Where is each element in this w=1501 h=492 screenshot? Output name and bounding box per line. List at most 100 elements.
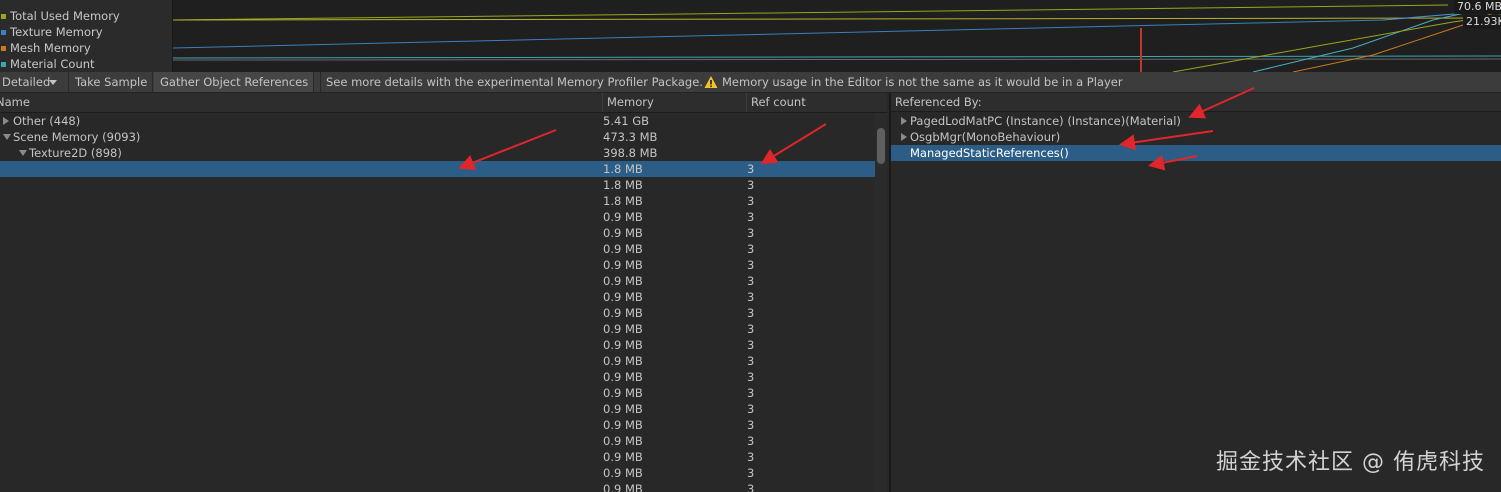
tree-row[interactable]: 0.9 MB 3 <box>0 449 875 465</box>
tree-rows: Other (448) 5.41 GB Scene Memory (9093) 473… <box>0 113 875 492</box>
tree-row[interactable]: 0.9 MB 3 <box>0 369 875 385</box>
memory-tree-panel: Name Memory Ref count Other (448) 5.41 GB… <box>0 93 887 492</box>
legend-swatch <box>1 30 6 35</box>
tree-row-memory: 473.3 MB <box>603 130 658 144</box>
tree-scrollbar[interactable] <box>875 113 887 492</box>
tree-row-refcount: 3 <box>747 162 755 176</box>
tree-row-memory: 0.9 MB <box>603 306 643 320</box>
view-mode-dropdown[interactable]: Detailed <box>0 72 69 92</box>
tree-row[interactable]: 0.9 MB 3 <box>0 273 875 289</box>
tree-row-refcount: 3 <box>747 306 755 320</box>
expanded-triangle-icon[interactable] <box>3 134 11 140</box>
tree-row-memory: 0.9 MB <box>603 354 643 368</box>
tree-row-memory: 0.9 MB <box>603 418 643 432</box>
legend-label: Mesh Memory <box>10 41 91 55</box>
tree-row-memory: 0.9 MB <box>603 402 643 416</box>
chart-line-total-used <box>173 4 1449 21</box>
watermark: 掘金技术社区 @ 侑虎科技 <box>1216 450 1485 475</box>
expanded-triangle-icon[interactable] <box>19 150 27 156</box>
tree-row-refcount: 3 <box>747 466 755 480</box>
collapsed-triangle-icon[interactable] <box>901 133 907 141</box>
tree-row-refcount: 3 <box>747 274 755 288</box>
memory-chart[interactable]: Total Used Memory Texture Memory Mesh Memo… <box>0 0 1501 72</box>
reference-label: OsgbMgr(MonoBehaviour) <box>910 130 1061 144</box>
tree-row[interactable]: 1.8 MB 3 <box>0 193 875 209</box>
tree-row-memory: 398.8 MB <box>603 146 658 160</box>
tree-row-refcount: 3 <box>747 194 755 208</box>
tree-row[interactable]: 0.9 MB 3 <box>0 433 875 449</box>
column-memory-header[interactable]: Memory <box>602 93 747 112</box>
chart-readout-memory: 70.6 MB <box>1454 0 1501 14</box>
tree-row[interactable]: 0.9 MB 3 <box>0 337 875 353</box>
referenced-by-list: PagedLodMatPC (Instance) (Instance)(Mate… <box>891 113 1501 492</box>
tree-row[interactable]: 1.8 MB 3 <box>0 177 875 193</box>
tree-row[interactable]: 0.9 MB 3 <box>0 401 875 417</box>
tree-row[interactable]: 0.9 MB 3 <box>0 321 875 337</box>
tree-row-memory: 0.9 MB <box>603 450 643 464</box>
warning-text: Memory usage in the Editor is not the sa… <box>722 75 1123 89</box>
tree-row[interactable]: 0.9 MB 3 <box>0 481 875 492</box>
chart-line-total-used-flat <box>173 17 1501 21</box>
chart-line-texture <box>173 19 1384 49</box>
tree-row-memory: 0.9 MB <box>603 386 643 400</box>
reference-row-selected[interactable]: ManagedStaticReferences() <box>891 145 1501 161</box>
tree-row[interactable]: Scene Memory (9093) 473.3 MB <box>0 129 875 145</box>
tree-row[interactable]: Texture2D (898) 398.8 MB <box>0 145 875 161</box>
chart-readout-count: 21.93K <box>1463 15 1501 29</box>
chart-plot[interactable] <box>173 0 1501 72</box>
tree-row-refcount: 3 <box>747 434 755 448</box>
chart-line-mesh <box>173 55 1501 59</box>
referenced-by-header: Referenced By: <box>891 93 1501 112</box>
tree-row[interactable]: 0.9 MB 3 <box>0 225 875 241</box>
tree-row-memory: 0.9 MB <box>603 482 643 492</box>
legend-label: Texture Memory <box>10 25 103 39</box>
tree-row-memory: 0.9 MB <box>603 434 643 448</box>
tree-row-refcount: 3 <box>747 354 755 368</box>
tree-row-memory: 0.9 MB <box>603 226 643 240</box>
legend-label: Total Used Memory <box>10 9 120 23</box>
reference-label: ManagedStaticReferences() <box>910 146 1069 160</box>
tree-row-memory: 5.41 GB <box>603 114 650 128</box>
tree-row[interactable]: 0.9 MB 3 <box>0 465 875 481</box>
tree-row-memory: 0.9 MB <box>603 274 643 288</box>
tree-row-memory: 0.9 MB <box>603 290 643 304</box>
tree-row[interactable]: 0.9 MB 3 <box>0 417 875 433</box>
gather-object-references-button[interactable]: Gather Object References <box>154 72 314 92</box>
tree-row-selected[interactable]: 1.8 MB 3 <box>0 161 875 177</box>
tree-row[interactable]: Other (448) 5.41 GB <box>0 113 875 129</box>
tree-row-name: Texture2D (898) <box>29 146 122 160</box>
tree-row-refcount: 3 <box>747 338 755 352</box>
tree-scrollbar-thumb[interactable] <box>877 128 885 164</box>
tree-row-refcount: 3 <box>747 450 755 464</box>
tree-row[interactable]: 0.9 MB 3 <box>0 209 875 225</box>
tree-row-refcount: 3 <box>747 178 755 192</box>
take-sample-button[interactable]: Take Sample <box>69 72 153 92</box>
tree-row-refcount: 3 <box>747 370 755 384</box>
memory-profiler-package-note: See more details with the experimental M… <box>320 72 703 92</box>
editor-memory-warning: Memory usage in the Editor is not the sa… <box>704 72 1124 92</box>
tree-row[interactable]: 0.9 MB 3 <box>0 241 875 257</box>
reference-row[interactable]: PagedLodMatPC (Instance) (Instance)(Mate… <box>891 113 1501 129</box>
tree-row-memory: 0.9 MB <box>603 242 643 256</box>
legend-swatch <box>1 14 6 19</box>
reference-row[interactable]: OsgbMgr(MonoBehaviour) <box>891 129 1501 145</box>
tree-row[interactable]: 0.9 MB 3 <box>0 289 875 305</box>
collapsed-triangle-icon[interactable] <box>3 117 9 125</box>
tree-row[interactable]: 0.9 MB 3 <box>0 257 875 273</box>
collapsed-triangle-icon[interactable] <box>901 117 907 125</box>
tree-row-refcount: 3 <box>747 226 755 240</box>
tree-row-memory: 0.9 MB <box>603 210 643 224</box>
tree-row-memory: 0.9 MB <box>603 370 643 384</box>
column-refcount-header[interactable]: Ref count <box>746 93 881 112</box>
tree-row[interactable]: 0.9 MB 3 <box>0 305 875 321</box>
profiler-toolbar: Detailed Take Sample Gather Object Refer… <box>0 72 1501 93</box>
tree-row-memory: 0.9 MB <box>603 338 643 352</box>
legend-swatch <box>1 62 6 67</box>
chart-legend: Total Used Memory Texture Memory Mesh Memo… <box>0 0 173 72</box>
tree-row-refcount: 3 <box>747 322 755 336</box>
tree-row[interactable]: 0.9 MB 3 <box>0 385 875 401</box>
tree-header: Name Memory Ref count <box>0 93 887 113</box>
tree-row-refcount: 3 <box>747 482 755 492</box>
tree-row[interactable]: 0.9 MB 3 <box>0 353 875 369</box>
column-name-header[interactable]: Name <box>0 93 596 112</box>
